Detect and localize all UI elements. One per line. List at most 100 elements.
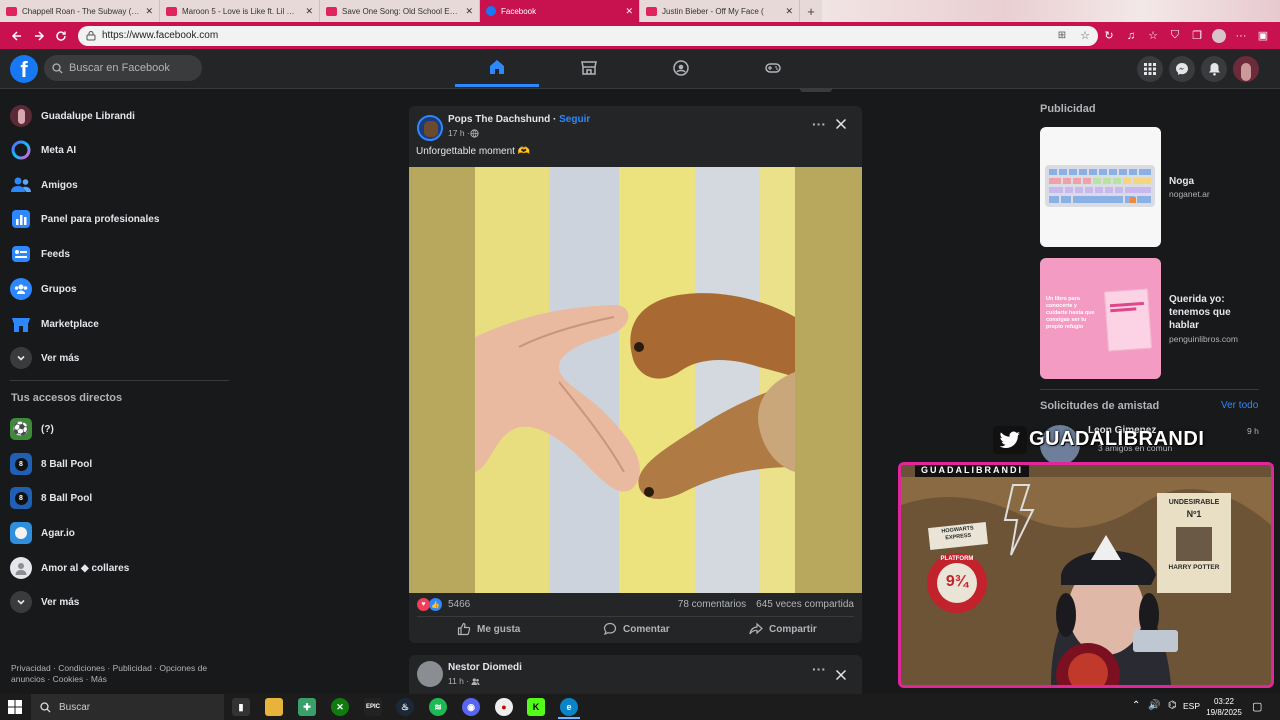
reactions-summary[interactable]: ♥ 👍 5466 <box>417 598 470 611</box>
ad-url[interactable]: noganet.ar <box>1169 189 1210 199</box>
taskbar-search[interactable]: Buscar <box>31 694 224 720</box>
tab-groups[interactable] <box>639 49 723 87</box>
clock-date: 19/8/2025 <box>1206 708 1242 717</box>
browser-tab[interactable]: Maroon 5 - Love is Like ft. Lil Way ✕ <box>160 0 320 22</box>
browser-tab[interactable]: Chappell Roan - The Subway (Offi ✕ <box>0 0 160 22</box>
comment-count[interactable]: 78 comentarios <box>678 599 746 610</box>
close-icon[interactable]: ✕ <box>785 6 793 17</box>
close-icon[interactable]: ✕ <box>305 6 313 17</box>
favorites-icon[interactable]: ☆ <box>1142 29 1164 42</box>
post-author-avatar[interactable] <box>417 661 443 687</box>
collections-icon[interactable]: ❐ <box>1186 29 1208 42</box>
star-icon[interactable]: ☆ <box>1080 29 1090 42</box>
close-post-button[interactable] <box>835 668 847 686</box>
steam-icon[interactable]: ♨ <box>396 698 414 716</box>
shield-icon[interactable]: ⛉ <box>1164 29 1186 42</box>
follow-button[interactable]: Seguir <box>559 114 590 125</box>
tab-marketplace[interactable] <box>547 49 631 87</box>
more-options-icon[interactable]: ··· <box>812 661 826 677</box>
tab-home[interactable] <box>455 49 539 87</box>
language-indicator[interactable]: ESP <box>1183 701 1200 711</box>
forward-button[interactable] <box>28 25 50 47</box>
file-explorer-icon[interactable] <box>265 698 283 716</box>
comment-button[interactable]: Comentar <box>603 616 670 642</box>
close-icon[interactable]: ✕ <box>625 6 633 17</box>
epic-games-icon[interactable]: EPIC <box>364 698 382 716</box>
close-icon[interactable]: ✕ <box>465 6 473 17</box>
post-author-avatar[interactable] <box>417 115 443 141</box>
shortcut-item[interactable]: Agar.io <box>10 518 75 548</box>
refresh-extension-icon[interactable]: ↻ <box>1098 29 1120 42</box>
windows-logo-icon <box>8 700 22 714</box>
search-input[interactable]: Buscar en Facebook <box>44 55 202 81</box>
notifications-button[interactable] <box>1201 56 1227 82</box>
tab-gaming[interactable] <box>731 49 815 87</box>
obs-icon[interactable]: ● <box>495 698 513 716</box>
post-author-name[interactable]: Nestor Diomedi <box>448 662 522 673</box>
menu-button[interactable] <box>1137 56 1163 82</box>
share-button[interactable]: Compartir <box>749 616 817 642</box>
sidebar-item-friends[interactable]: Amigos <box>10 170 78 200</box>
edge-icon[interactable]: e <box>560 698 578 716</box>
extension-icon[interactable]: ♫ <box>1120 30 1142 42</box>
shortcut-item[interactable]: ⚽ (?) <box>10 414 54 444</box>
sidebar-item-marketplace[interactable]: Marketplace <box>10 309 99 339</box>
sidebar-item-professional-dashboard[interactable]: Panel para profesionales <box>10 204 159 234</box>
browser-tab-active[interactable]: Facebook ✕ <box>480 0 640 22</box>
ad-title[interactable]: Noga <box>1169 175 1194 188</box>
facebook-logo[interactable]: f <box>10 55 38 83</box>
reload-button[interactable] <box>50 25 72 47</box>
footer-line[interactable]: Privacidad · Condiciones · Publicidad · … <box>11 663 226 674</box>
start-button[interactable] <box>8 700 22 719</box>
url-field[interactable]: https://www.facebook.com ⊞ ☆ <box>78 25 1098 46</box>
close-post-button[interactable] <box>835 117 847 135</box>
ad-image[interactable] <box>1040 127 1161 247</box>
new-tab-button[interactable]: + <box>800 0 822 22</box>
spotify-icon[interactable]: ≋ <box>429 698 447 716</box>
post-author-name[interactable]: Pops The Dachshund <box>448 114 550 125</box>
ad-url[interactable]: penguinlibros.com <box>1169 334 1238 344</box>
notification-center-icon[interactable]: ▢ <box>1252 700 1262 713</box>
see-all-link[interactable]: Ver todo <box>1221 400 1258 411</box>
volume-icon[interactable]: 🔊 <box>1148 700 1160 711</box>
profile-avatar[interactable] <box>1208 28 1230 43</box>
shortcut-item[interactable]: Amor al ◆ collares <box>10 553 129 583</box>
post-time[interactable]: 17 h · <box>448 128 470 138</box>
app-available-icon[interactable]: ⊞ <box>1058 30 1066 41</box>
post-image[interactable] <box>409 167 862 593</box>
browser-tab[interactable]: Save One Song: Old School Editio ✕ <box>320 0 480 22</box>
messenger-button[interactable] <box>1169 56 1195 82</box>
clock[interactable]: 03:22 19/8/2025 <box>1204 696 1244 718</box>
account-avatar[interactable] <box>1233 56 1259 82</box>
back-button[interactable] <box>6 25 28 47</box>
sidebar-item-meta-ai[interactable]: Meta AI <box>10 135 76 165</box>
facebook-header: f Buscar en Facebook <box>0 49 1280 89</box>
close-icon[interactable]: ✕ <box>145 6 153 17</box>
sidebar-item-feeds[interactable]: Feeds <box>10 239 70 269</box>
post-time[interactable]: 11 h · <box>448 676 469 686</box>
ad-image[interactable]: Un libro para conocerte y cuidarte hasta… <box>1040 258 1161 379</box>
bell-icon <box>1208 63 1220 76</box>
more-icon[interactable]: ··· <box>1230 30 1252 42</box>
network-icon[interactable]: ⌬ <box>1168 700 1177 711</box>
shortcuts-see-more-button[interactable]: Ver más <box>10 587 79 617</box>
chevron-up-icon[interactable]: ⌃ <box>1132 700 1140 711</box>
xbox-icon[interactable]: ✕ <box>331 698 349 716</box>
discord-icon[interactable]: ◉ <box>462 698 480 716</box>
sidebar-icon[interactable]: ▣ <box>1252 29 1274 42</box>
sidebar-item-profile[interactable]: Guadalupe Librandi <box>10 101 135 131</box>
sidebar-see-more-button[interactable]: Ver más <box>10 343 79 373</box>
like-button[interactable]: Me gusta <box>457 616 520 642</box>
share-count[interactable]: 645 veces compartida <box>756 599 854 610</box>
shortcut-item[interactable]: 8 8 Ball Pool <box>10 483 92 513</box>
more-options-icon[interactable]: ··· <box>812 116 826 132</box>
sidebar-item-groups[interactable]: Grupos <box>10 274 77 304</box>
task-view-icon[interactable]: ▮ <box>232 698 250 716</box>
ad-title[interactable]: Querida yo: tenemos que hablar <box>1169 293 1259 332</box>
browser-tab[interactable]: Justin Bieber - Off My Face (✕ <box>640 0 800 22</box>
app-icon[interactable]: ✚ <box>298 698 316 716</box>
footer-links[interactable]: Privacidad · Condiciones · Publicidad · … <box>11 663 226 685</box>
kick-icon[interactable]: K <box>527 698 545 716</box>
shortcut-item[interactable]: 8 8 Ball Pool <box>10 449 92 479</box>
footer-line[interactable]: anuncios · Cookies · Más <box>11 674 226 685</box>
